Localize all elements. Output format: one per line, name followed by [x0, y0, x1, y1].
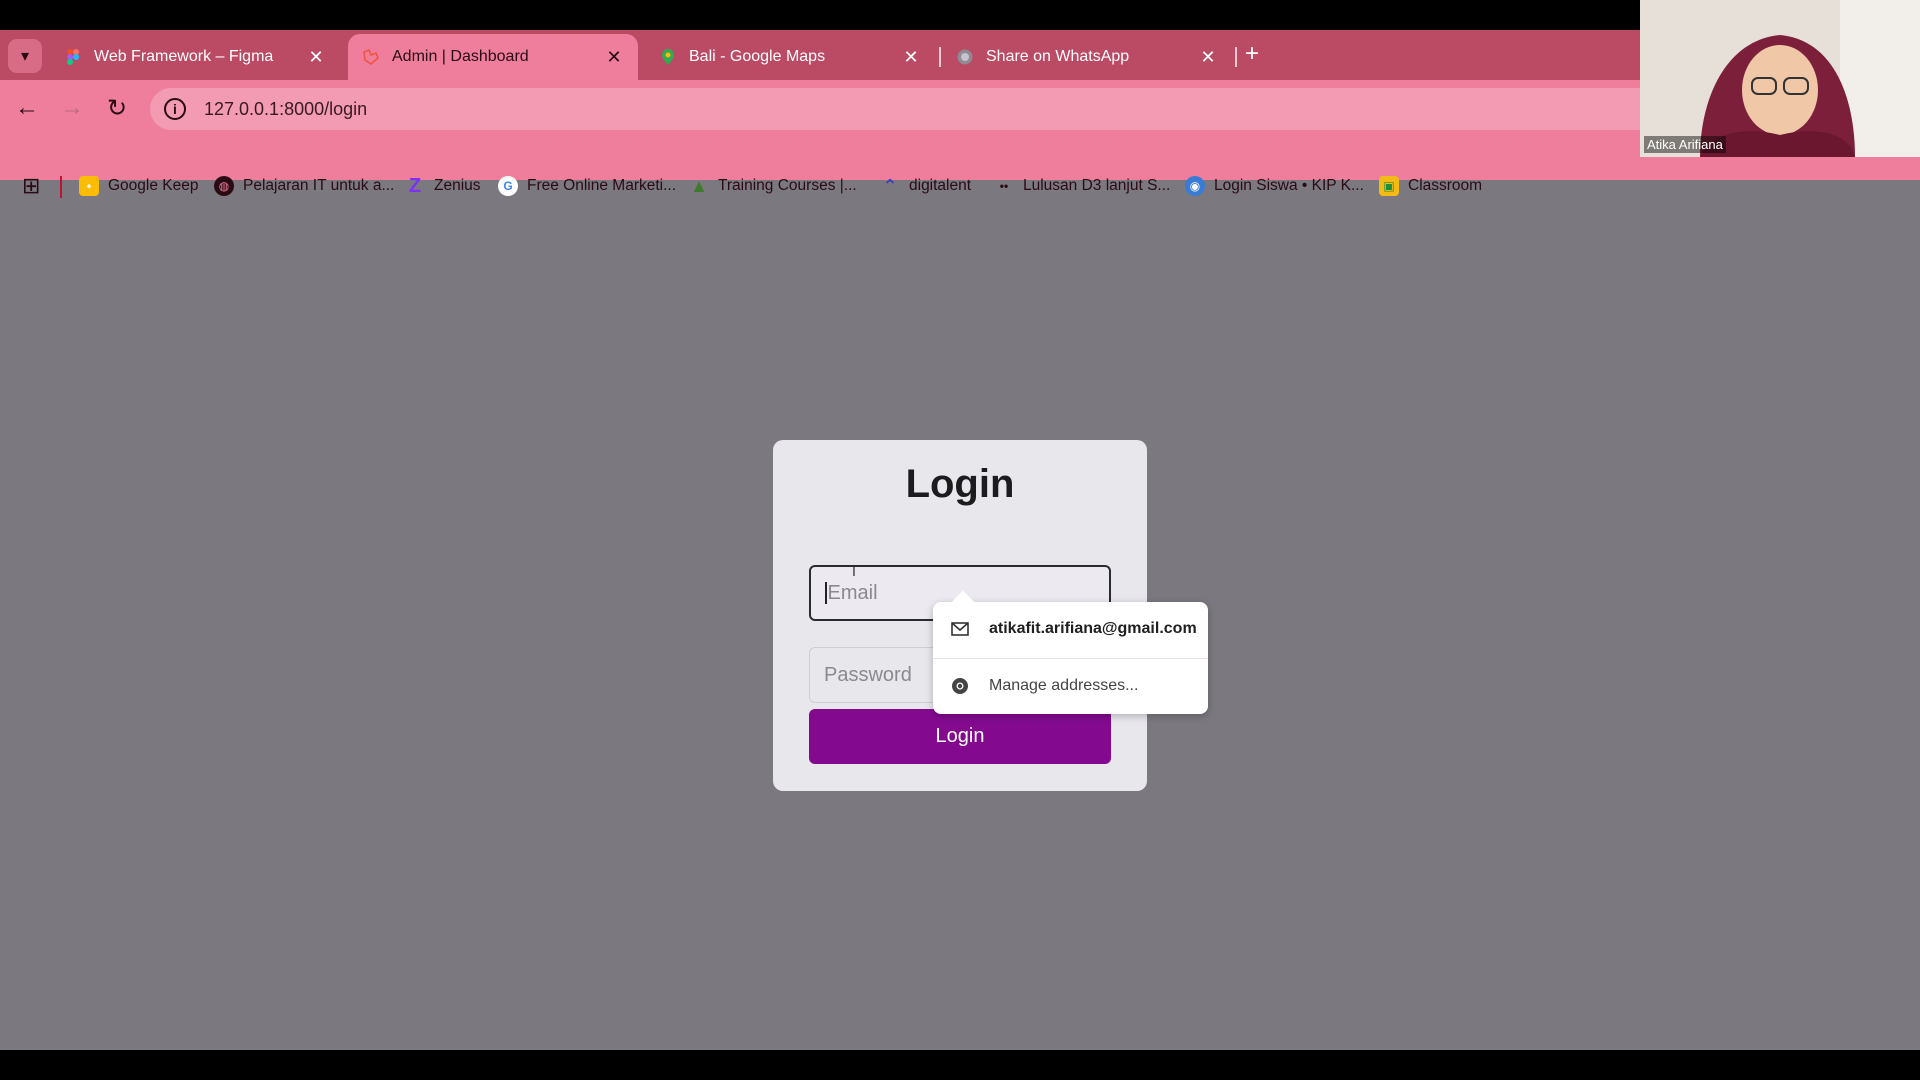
login-title: Login [905, 462, 1015, 506]
forward-arrow-icon[interactable]: → [54, 90, 90, 126]
bookmark-google-keep[interactable]: • Google Keep [79, 174, 199, 198]
browser-chrome: ▾ Web Framework – Figma ✕ Admin | Dashbo… [0, 30, 1920, 180]
bookmark-label: Classroom [1408, 177, 1483, 194]
manage-addresses-item[interactable]: Manage addresses... [933, 659, 1208, 713]
tab-admin-dashboard[interactable]: Admin | Dashboard ✕ [348, 34, 638, 80]
figma-icon [67, 49, 79, 65]
bookmark-zenius[interactable]: Z Zenius [405, 174, 481, 198]
site-info-icon[interactable]: i [164, 98, 186, 120]
bookmark-label: Pelajaran IT untuk a... [243, 177, 395, 194]
bookmark-classroom[interactable]: ▣ Classroom [1379, 174, 1482, 198]
new-tab-plus-icon[interactable]: + [1245, 42, 1259, 66]
bookmark-label: Login Siswa • KIP K... [1214, 177, 1364, 194]
apps-grid-icon[interactable]: ⊞ [22, 175, 42, 197]
android-icon: ▲ [690, 175, 708, 196]
bookmark-pelajaran-it[interactable]: ◍ Pelajaran IT untuk a... [214, 174, 394, 198]
bookmark-label: Google Keep [108, 177, 199, 194]
webcam-overlay: Atika Arifiana [1640, 0, 1920, 157]
manage-addresses-label: Manage addresses... [989, 677, 1139, 694]
tab-separator [939, 47, 941, 67]
digitalent-icon: ⌃ [882, 175, 898, 196]
text-cursor-icon: I [852, 563, 856, 579]
bookmarks-divider [60, 176, 62, 198]
address-bar[interactable]: i 127.0.0.1:8000/login [150, 88, 1640, 130]
bookmark-label: Lulusan D3 lanjut S... [1023, 177, 1171, 194]
google-keep-icon: • [79, 176, 99, 196]
kip-kuliah-icon: ◉ [1185, 176, 1205, 196]
tab-label: Share on WhatsApp [986, 48, 1130, 65]
back-arrow-icon[interactable]: ← [9, 90, 45, 126]
bookmark-login-siswa[interactable]: ◉ Login Siswa • KIP K... [1185, 174, 1364, 198]
classroom-icon: ▣ [1379, 176, 1399, 196]
reload-icon[interactable]: ↻ [99, 90, 135, 126]
suggestion-email: atikafit.arifiana@gmail.com [989, 620, 1197, 637]
password-placeholder: Password [824, 663, 912, 686]
link-icon: •• [999, 179, 1009, 193]
autofill-suggestion[interactable]: atikafit.arifiana@gmail.com [933, 602, 1208, 656]
globe-icon: ◍ [214, 176, 234, 196]
close-icon[interactable]: ✕ [901, 47, 921, 68]
tab-figma[interactable]: Web Framework – Figma ✕ [50, 34, 340, 80]
close-icon[interactable]: ✕ [604, 47, 624, 68]
close-icon[interactable]: ✕ [1198, 47, 1218, 68]
email-placeholder: Email [827, 581, 878, 604]
address-url[interactable]: 127.0.0.1:8000/login [204, 99, 367, 120]
laravel-icon [363, 48, 379, 66]
bookmark-label: Zenius [434, 177, 481, 194]
bookmark-lulusan-d3[interactable]: •• Lulusan D3 lanjut S... [994, 174, 1171, 198]
tab-search-icon[interactable]: ▾ [8, 39, 42, 73]
mail-icon [951, 622, 969, 636]
autofill-dropdown: atikafit.arifiana@gmail.com Manage addre… [933, 590, 1208, 714]
globe-icon [957, 49, 973, 65]
chrome-icon [952, 678, 968, 694]
tab-google-maps[interactable]: Bali - Google Maps ✕ [645, 34, 935, 80]
participant-name: Atika Arifiana [1644, 136, 1726, 153]
bookmark-label: Free Online Marketi... [527, 177, 677, 194]
screen: ▾ Web Framework – Figma ✕ Admin | Dashbo… [0, 30, 1920, 1050]
bookmark-digitalent[interactable]: ⌃ digitalent [880, 174, 971, 198]
bookmark-free-online-marketing[interactable]: G Free Online Marketi... [498, 174, 676, 198]
google-maps-icon [662, 49, 674, 65]
webcam-person-image [1640, 0, 1920, 157]
tab-label: Bali - Google Maps [689, 48, 826, 65]
login-button[interactable]: Login [809, 709, 1111, 764]
zenius-icon: Z [408, 174, 422, 197]
tab-whatsapp[interactable]: Share on WhatsApp ✕ [942, 34, 1232, 80]
google-icon: G [498, 176, 518, 196]
bookmark-label: digitalent [909, 177, 972, 194]
tab-separator [1235, 47, 1237, 67]
tab-label: Admin | Dashboard [392, 48, 529, 65]
tab-label: Web Framework – Figma [94, 48, 274, 65]
bookmark-label: Training Courses |... [718, 177, 857, 194]
text-caret [825, 582, 827, 604]
tab-strip: ▾ Web Framework – Figma ✕ Admin | Dashbo… [0, 30, 1640, 80]
bookmark-training-courses[interactable]: ▲ Training Courses |... [689, 174, 857, 198]
close-icon[interactable]: ✕ [306, 47, 326, 68]
